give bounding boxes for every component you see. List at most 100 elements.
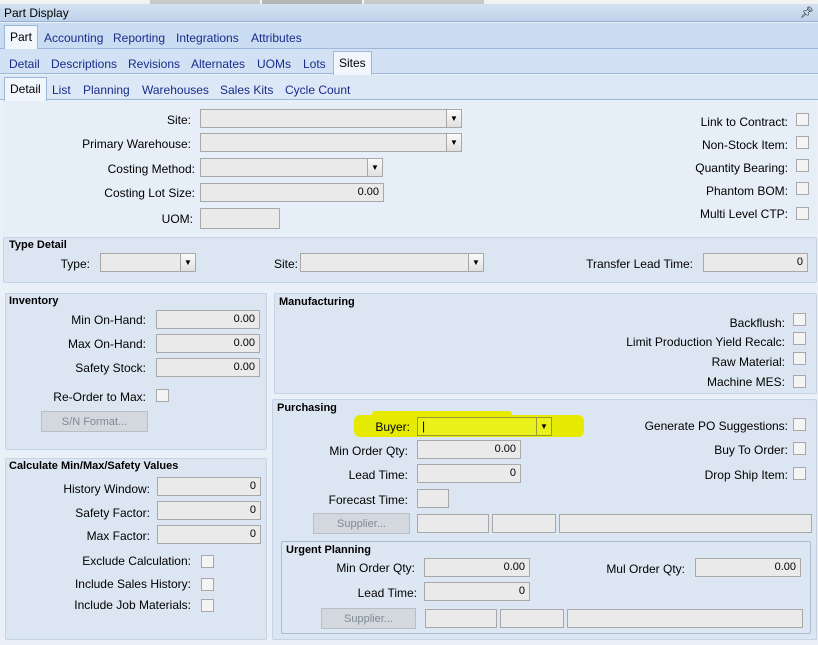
- transfer-lead-time-field[interactable]: 0: [703, 253, 808, 272]
- reorder-to-max-checkbox[interactable]: [156, 389, 169, 402]
- generate-po-label: Generate PO Suggestions:: [644, 419, 788, 433]
- purchasing-title: Purchasing: [277, 402, 337, 414]
- limit-yield-checkbox[interactable]: [793, 332, 806, 345]
- tab-descriptions[interactable]: Descriptions: [46, 53, 122, 74]
- tab-sales-kits[interactable]: Sales Kits: [215, 79, 278, 100]
- link-to-contract-checkbox[interactable]: [796, 113, 809, 126]
- chevron-down-icon[interactable]: ▼: [367, 159, 382, 176]
- max-factor-label: Max Factor:: [86, 529, 150, 543]
- backflush-checkbox[interactable]: [793, 313, 806, 326]
- machine-mes-checkbox[interactable]: [793, 375, 806, 388]
- urgent-supplier-desc-field[interactable]: [567, 609, 803, 628]
- tab-revisions[interactable]: Revisions: [123, 53, 185, 74]
- max-factor-field[interactable]: 0: [157, 525, 261, 544]
- costing-method-label: Costing Method:: [107, 162, 195, 176]
- quantity-bearing-label: Quantity Bearing:: [695, 161, 788, 175]
- sn-format-button[interactable]: S/N Format...: [41, 411, 148, 432]
- buy-to-order-checkbox[interactable]: [793, 442, 806, 455]
- urgent-min-order-label: Min Order Qty:: [336, 561, 415, 575]
- max-on-hand-label: Max On-Hand:: [67, 337, 146, 351]
- supplier-id-field[interactable]: [417, 514, 489, 533]
- multi-level-ctp-checkbox[interactable]: [796, 207, 809, 220]
- safety-factor-field[interactable]: 0: [157, 501, 261, 520]
- tab-uoms[interactable]: UOMs: [252, 53, 296, 74]
- tab-part[interactable]: Part: [4, 25, 39, 49]
- tab-planning[interactable]: Planning: [78, 79, 135, 100]
- reorder-to-max-label: Re-Order to Max:: [53, 390, 146, 404]
- tab-attributes[interactable]: Attributes: [246, 27, 307, 48]
- costing-lot-size-label: Costing Lot Size:: [104, 186, 195, 200]
- type-site-combo[interactable]: ▼: [300, 253, 484, 272]
- buyer-combo[interactable]: | ▼: [417, 417, 552, 436]
- forecast-time-field[interactable]: [417, 489, 449, 508]
- title-bar: Part Display 📌︎: [0, 4, 818, 22]
- drop-ship-checkbox[interactable]: [793, 467, 806, 480]
- tab-list[interactable]: List: [47, 79, 76, 100]
- type-combo[interactable]: ▼: [100, 253, 196, 272]
- include-sales-history-label: Include Sales History:: [74, 577, 191, 591]
- supplier-desc-field[interactable]: [559, 514, 812, 533]
- tab-warehouses[interactable]: Warehouses: [137, 79, 214, 100]
- urgent-supplier-name-field[interactable]: [500, 609, 564, 628]
- tab-accounting[interactable]: Accounting: [39, 27, 108, 48]
- tab-sites[interactable]: Sites: [333, 51, 372, 75]
- history-window-field[interactable]: 0: [157, 477, 261, 496]
- tab-lots[interactable]: Lots: [298, 53, 331, 74]
- multi-level-ctp-label: Multi Level CTP:: [699, 207, 788, 221]
- raw-material-label: Raw Material:: [711, 355, 785, 369]
- chevron-down-icon[interactable]: ▼: [446, 110, 461, 127]
- chevron-down-icon[interactable]: ▼: [536, 418, 551, 435]
- exclude-calculation-label: Exclude Calculation:: [82, 554, 191, 568]
- lead-time-field[interactable]: 0: [417, 464, 521, 483]
- urgent-supplier-id-field[interactable]: [425, 609, 497, 628]
- safety-stock-field[interactable]: 0.00: [156, 358, 260, 377]
- tab-reporting[interactable]: Reporting: [108, 27, 170, 48]
- chevron-down-icon[interactable]: ▼: [180, 254, 195, 271]
- mul-order-qty-field[interactable]: 0.00: [695, 558, 801, 577]
- manufacturing-title: Manufacturing: [279, 296, 355, 308]
- exclude-calculation-checkbox[interactable]: [201, 555, 214, 568]
- buy-to-order-label: Buy To Order:: [714, 443, 788, 457]
- phantom-bom-checkbox[interactable]: [796, 182, 809, 195]
- drop-ship-label: Drop Ship Item:: [704, 468, 788, 482]
- urgent-supplier-button[interactable]: Supplier...: [321, 608, 416, 629]
- tab-integrations[interactable]: Integrations: [171, 27, 244, 48]
- phantom-bom-label: Phantom BOM:: [705, 184, 788, 198]
- generate-po-checkbox[interactable]: [793, 418, 806, 431]
- costing-lot-size-field[interactable]: 0.00: [200, 183, 384, 202]
- supplier-name-field[interactable]: [492, 514, 556, 533]
- include-job-materials-checkbox[interactable]: [201, 599, 214, 612]
- primary-warehouse-label: Primary Warehouse:: [82, 137, 191, 151]
- max-on-hand-field[interactable]: 0.00: [156, 334, 260, 353]
- uom-label: UOM:: [161, 212, 193, 226]
- tab-row-main: Part Accounting Reporting Integrations A…: [0, 23, 818, 49]
- tab-detail[interactable]: Detail: [4, 53, 45, 74]
- tab-cycle-count[interactable]: Cycle Count: [280, 79, 355, 100]
- tab-row-sites: Detail List Planning Warehouses Sales Ki…: [0, 75, 818, 101]
- buyer-label: Buyer:: [375, 420, 410, 434]
- costing-method-combo[interactable]: ▼: [200, 158, 383, 177]
- chevron-down-icon[interactable]: ▼: [468, 254, 483, 271]
- uom-field[interactable]: [200, 208, 280, 229]
- raw-material-checkbox[interactable]: [793, 352, 806, 365]
- limit-yield-label: Limit Production Yield Recalc:: [626, 335, 785, 349]
- urgent-min-order-field[interactable]: 0.00: [424, 558, 530, 577]
- transfer-lead-time-label: Transfer Lead Time:: [586, 257, 693, 271]
- min-order-qty-field[interactable]: 0.00: [417, 440, 521, 459]
- tab-row-part: Detail Descriptions Revisions Alternates…: [0, 49, 818, 75]
- buyer-cursor: |: [422, 419, 426, 433]
- chevron-down-icon[interactable]: ▼: [446, 134, 461, 151]
- primary-warehouse-combo[interactable]: ▼: [200, 133, 462, 152]
- non-stock-label: Non-Stock Item:: [701, 138, 788, 152]
- supplier-button[interactable]: Supplier...: [313, 513, 410, 534]
- quantity-bearing-checkbox[interactable]: [796, 159, 809, 172]
- tab-sites-detail[interactable]: Detail: [4, 77, 47, 101]
- tab-alternates[interactable]: Alternates: [186, 53, 250, 74]
- include-sales-history-checkbox[interactable]: [201, 578, 214, 591]
- urgent-lead-time-field[interactable]: 0: [424, 582, 530, 601]
- non-stock-checkbox[interactable]: [796, 136, 809, 149]
- site-combo[interactable]: ▼: [200, 109, 462, 128]
- machine-mes-label: Machine MES:: [706, 375, 785, 389]
- min-on-hand-field[interactable]: 0.00: [156, 310, 260, 329]
- pin-icon[interactable]: 📌︎: [800, 6, 814, 19]
